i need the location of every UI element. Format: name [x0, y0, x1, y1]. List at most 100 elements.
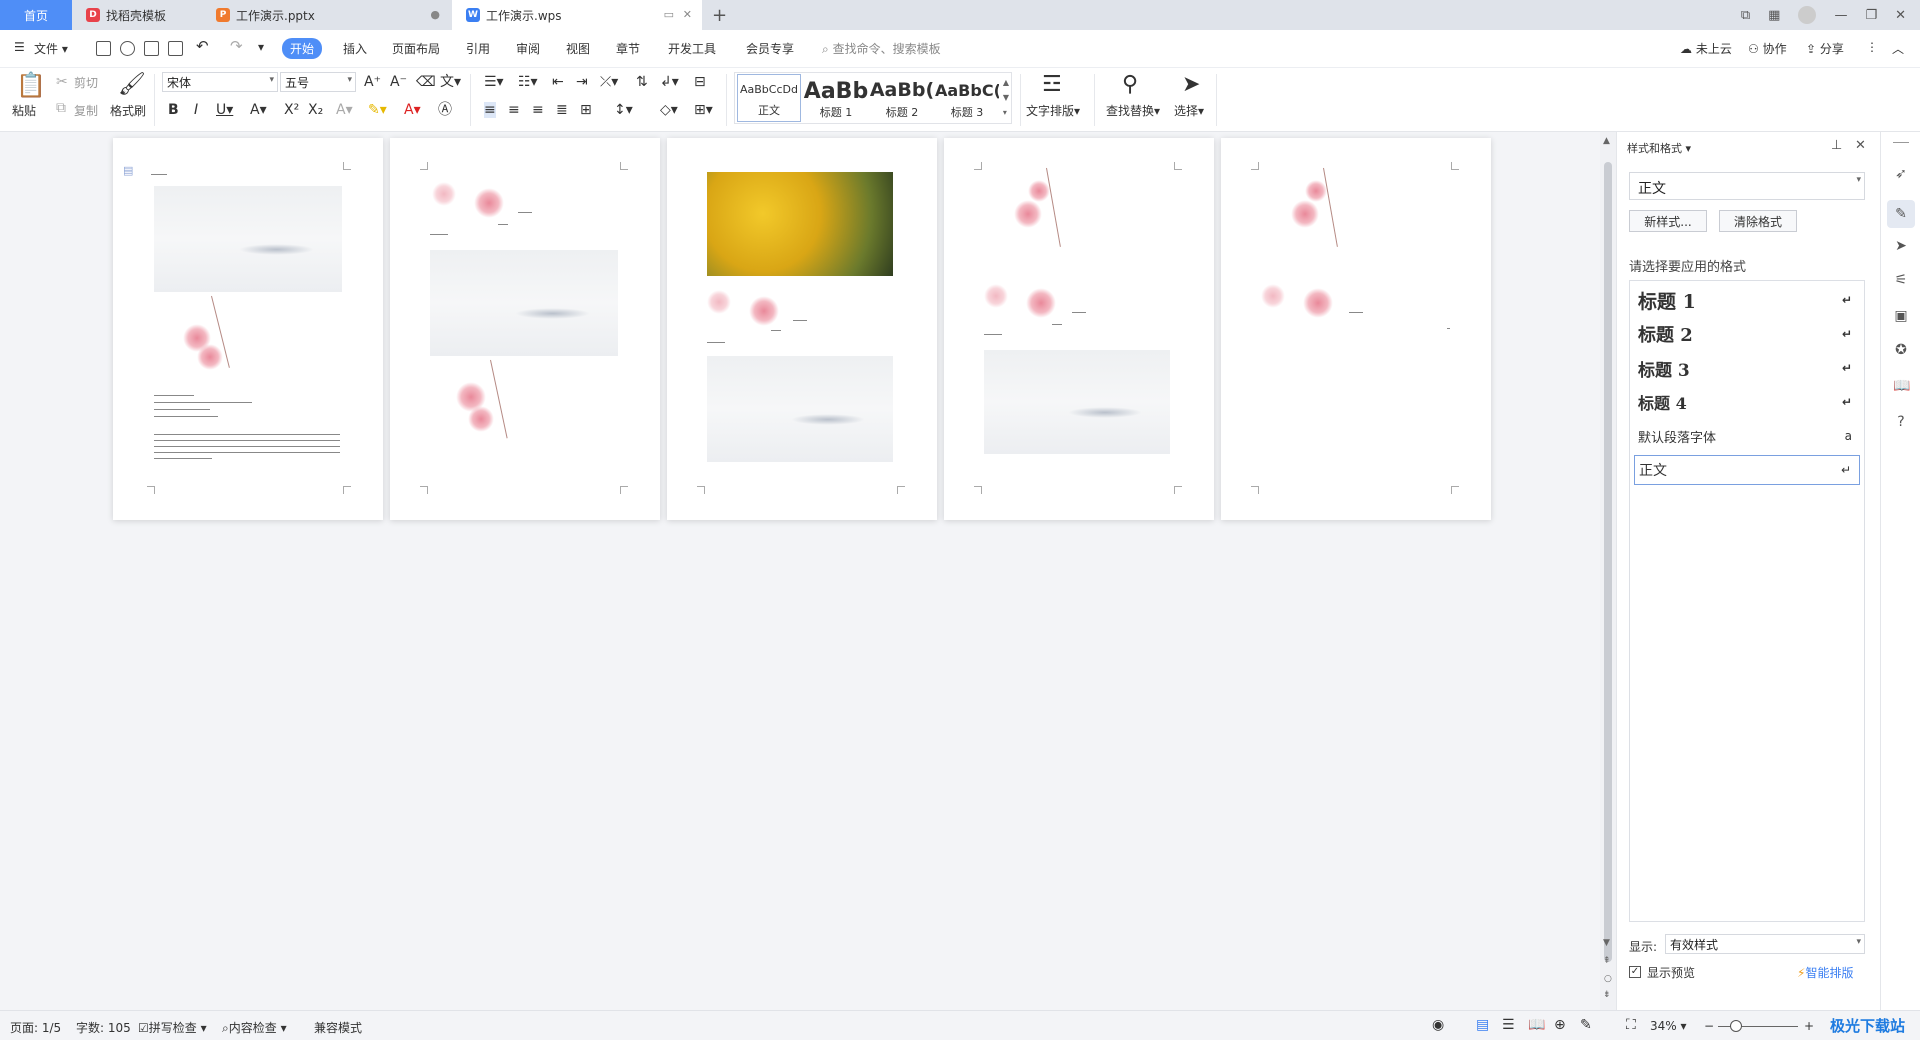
- print-preview-icon[interactable]: [168, 41, 183, 56]
- restore-icon[interactable]: ❐: [1865, 8, 1877, 23]
- image-tools-icon[interactable]: ▣: [1893, 308, 1909, 324]
- undo-icon[interactable]: ↶: [196, 37, 209, 55]
- zoom-out-icon[interactable]: −: [1704, 1019, 1714, 1033]
- format-painter-button[interactable]: 格式刷: [110, 102, 146, 119]
- collab-button[interactable]: ⚇ 协作: [1748, 40, 1787, 57]
- menu-page-layout[interactable]: 页面布局: [392, 40, 440, 57]
- copy-button[interactable]: 复制: [74, 102, 98, 119]
- spell-check[interactable]: ☑拼写检查 ▾: [138, 1019, 207, 1036]
- menu-view[interactable]: 视图: [566, 40, 590, 57]
- line-spacing-icon[interactable]: ↕▾: [614, 102, 633, 118]
- preview-checkbox[interactable]: ✓: [1629, 966, 1641, 978]
- book-icon[interactable]: 📖: [1893, 378, 1910, 394]
- paste-button[interactable]: 粘贴: [12, 102, 36, 119]
- reading-view-icon[interactable]: 📖: [1528, 1017, 1545, 1033]
- close-window-icon[interactable]: ✕: [1895, 8, 1906, 23]
- menu-chapter[interactable]: 章节: [616, 40, 640, 57]
- save-icon[interactable]: [96, 41, 111, 56]
- content-check[interactable]: ⌕内容检查 ▾: [222, 1019, 287, 1036]
- scroll-down-icon[interactable]: ▼: [1603, 938, 1610, 948]
- compass-icon[interactable]: ✪: [1893, 342, 1909, 358]
- adjust-sliders-icon[interactable]: ⚟: [1893, 272, 1909, 288]
- customize-quick-access-icon[interactable]: ▾: [258, 40, 264, 54]
- phonetic-icon[interactable]: 文▾: [440, 74, 461, 90]
- eye-protection-icon[interactable]: ◉: [1432, 1017, 1444, 1033]
- menu-insert[interactable]: 插入: [343, 40, 367, 57]
- numbering-icon[interactable]: ☷▾: [518, 74, 538, 90]
- prev-page-icon[interactable]: ⇞: [1603, 956, 1611, 966]
- collapse-ribbon-icon[interactable]: ︿: [1892, 40, 1904, 57]
- command-search[interactable]: ⌕ 查找命令、搜索模板: [822, 40, 941, 57]
- align-right-icon[interactable]: ≡: [532, 102, 544, 118]
- font-size-select[interactable]: 五号: [280, 72, 356, 92]
- text-layout-button[interactable]: 文字排版▾: [1026, 102, 1080, 119]
- hamburger-icon[interactable]: ☰: [14, 40, 25, 54]
- style-pen-icon[interactable]: ✎: [1887, 200, 1915, 228]
- show-marks-icon[interactable]: ↲▾: [660, 74, 679, 90]
- minimize-icon[interactable]: —: [1834, 8, 1847, 23]
- menu-references[interactable]: 引用: [466, 40, 490, 57]
- page-indicator[interactable]: 页面: 1/5: [10, 1019, 61, 1036]
- chinese-layout-icon[interactable]: ⤫▾: [600, 74, 618, 90]
- bullets-icon[interactable]: ☰▾: [484, 74, 504, 90]
- clear-format-icon[interactable]: ⌫: [416, 74, 436, 90]
- cut-button[interactable]: 剪切: [74, 74, 98, 91]
- bold-icon[interactable]: B: [168, 102, 179, 118]
- document-page-5[interactable]: [1221, 138, 1491, 520]
- help-icon[interactable]: ?: [1893, 414, 1909, 430]
- style-list-heading4[interactable]: 标题 4 ↵: [1634, 387, 1860, 417]
- menu-member[interactable]: 会员专享: [746, 40, 794, 57]
- next-page-icon[interactable]: ⇟: [1603, 990, 1611, 1000]
- cloud-status[interactable]: ☁ 未上云: [1680, 40, 1732, 57]
- show-filter-select[interactable]: 有效样式: [1665, 934, 1865, 954]
- page-view-icon[interactable]: ▤: [1476, 1017, 1489, 1033]
- style-normal[interactable]: AaBbCcDd 正文: [737, 74, 801, 122]
- text-effect-icon[interactable]: A▾: [336, 102, 353, 118]
- current-style-select[interactable]: 正文: [1629, 172, 1865, 200]
- tab-template[interactable]: D 找稻壳模板: [74, 0, 202, 30]
- zoom-level[interactable]: 34% ▾: [1650, 1019, 1687, 1033]
- print-icon[interactable]: [144, 41, 159, 56]
- justify-icon[interactable]: ≣: [556, 102, 568, 118]
- tab-home[interactable]: 首页: [0, 0, 72, 30]
- char-border-icon[interactable]: Ⓐ: [438, 102, 452, 118]
- close-panel-icon[interactable]: ✕: [1855, 138, 1866, 153]
- style-list-heading1[interactable]: 标题 1 ↵: [1634, 285, 1860, 315]
- grow-font-icon[interactable]: A⁺: [364, 74, 381, 90]
- magnifier-icon[interactable]: ⚲: [1122, 72, 1138, 98]
- underline-icon[interactable]: U▾: [216, 102, 233, 118]
- select-button[interactable]: 选择▾: [1174, 102, 1204, 119]
- text-layout-icon[interactable]: ☲: [1042, 72, 1062, 98]
- menu-file[interactable]: 文件 ▾: [34, 40, 68, 57]
- tab-stops-icon[interactable]: ⊟: [694, 74, 706, 90]
- fit-page-icon[interactable]: ⛶: [1626, 1017, 1636, 1033]
- panel-title[interactable]: 样式和格式 ▾: [1627, 140, 1691, 156]
- font-color-icon[interactable]: A▾: [404, 102, 421, 118]
- vertical-scrollbar[interactable]: ▲ ▼ ⇞ ○ ⇟: [1600, 132, 1616, 1010]
- style-heading3[interactable]: AaBbC( 标题 3: [935, 73, 999, 123]
- borders-icon[interactable]: ⊞▾: [694, 102, 713, 118]
- menu-home[interactable]: 开始: [282, 38, 323, 59]
- word-count[interactable]: 字数: 105: [76, 1019, 131, 1036]
- style-list-heading2[interactable]: 标题 2 ↵: [1634, 319, 1860, 349]
- browse-object-icon[interactable]: ○: [1604, 974, 1612, 984]
- font-family-select[interactable]: 宋体: [162, 72, 278, 92]
- tab-pptx[interactable]: P 工作演示.pptx ●: [204, 0, 450, 30]
- document-page-1[interactable]: ▤: [113, 138, 383, 520]
- web-view-icon[interactable]: ⊕: [1554, 1017, 1566, 1033]
- distribute-icon[interactable]: ⊞: [580, 102, 592, 118]
- sort-icon[interactable]: ⇅: [636, 74, 648, 90]
- align-left-icon[interactable]: ≡: [484, 102, 496, 118]
- subscript-icon[interactable]: X₂: [308, 102, 323, 118]
- pin-icon[interactable]: ⊥: [1831, 138, 1842, 153]
- document-page-2[interactable]: [390, 138, 660, 520]
- style-heading1[interactable]: AaBb 标题 1: [803, 73, 869, 123]
- italic-icon[interactable]: I: [194, 102, 198, 118]
- superscript-icon[interactable]: X²: [284, 102, 299, 118]
- new-tab-button[interactable]: +: [712, 0, 736, 30]
- style-list-heading3[interactable]: 标题 3 ↵: [1634, 353, 1860, 383]
- style-gallery-scroll[interactable]: ▲ ▼ ▾: [1003, 75, 1009, 120]
- smart-layout-link[interactable]: ⚡智能排版: [1797, 964, 1853, 981]
- find-replace-button[interactable]: 查找替换▾: [1106, 102, 1160, 119]
- apps-grid-icon[interactable]: ▦: [1768, 8, 1780, 23]
